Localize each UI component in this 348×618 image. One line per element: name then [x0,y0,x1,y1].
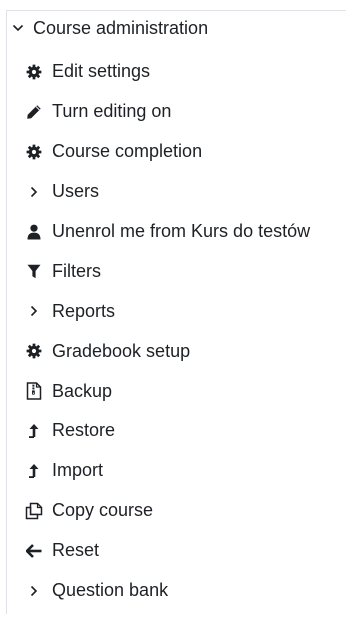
backup-file-icon [24,381,44,401]
course-administration-title: Course administration [33,17,209,38]
menu-item-label: Import [52,460,104,481]
gear-icon [24,341,44,361]
gear-icon [24,62,44,82]
page: Course administration Edit settings Turn… [0,0,348,618]
gear-icon [24,142,44,162]
menu-item-import[interactable]: Import [24,451,344,491]
arrow-left-icon [24,541,44,561]
menu-item-edit-settings[interactable]: Edit settings [24,52,344,92]
menu-item-unenrol[interactable]: Unenrol me from Kurs do testów [24,212,344,252]
menu-item-label: Restore [52,420,116,441]
chevron-right-icon [24,301,44,321]
copy-icon [24,501,44,521]
menu-item-restore[interactable]: Restore [24,411,344,451]
menu-item-backup[interactable]: Backup [24,371,344,411]
menu-item-reset[interactable]: Reset [24,531,344,571]
menu-item-label: Backup [52,380,113,401]
menu-item-course-completion[interactable]: Course completion [24,132,344,172]
menu-item-users[interactable]: Users [24,172,344,212]
menu-item-label: Filters [52,260,101,281]
menu-item-filters[interactable]: Filters [24,251,344,291]
menu-item-copy-course[interactable]: Copy course [24,491,344,531]
menu-item-label: Copy course [52,500,154,521]
menu-item-label: Question bank [52,580,169,601]
course-administration-header[interactable]: Course administration [11,16,208,40]
upload-arrow-icon [24,461,44,481]
chevron-down-icon [11,24,25,32]
menu-item-label: Reports [52,300,116,321]
menu-item-gradebook-setup[interactable]: Gradebook setup [24,331,344,371]
filter-icon [24,261,44,281]
menu-item-label: Course completion [52,141,203,162]
menu-item-label: Edit settings [52,61,151,82]
upload-arrow-icon [24,421,44,441]
pencil-icon [24,102,44,122]
chevron-right-icon [24,182,44,202]
chevron-right-icon [24,581,44,601]
menu-item-label: Gradebook setup [52,340,191,361]
user-icon [24,222,44,242]
menu-item-turn-editing-on[interactable]: Turn editing on [24,92,344,132]
menu-item-label: Reset [52,540,100,561]
menu-item-reports[interactable]: Reports [24,291,344,331]
menu-item-label: Unenrol me from Kurs do testów [52,221,311,241]
menu-item-label: Users [52,181,100,202]
course-administration-menu: Edit settings Turn editing on Course com… [24,52,344,610]
menu-item-question-bank[interactable]: Question bank [24,571,344,611]
menu-item-label: Turn editing on [52,101,172,122]
